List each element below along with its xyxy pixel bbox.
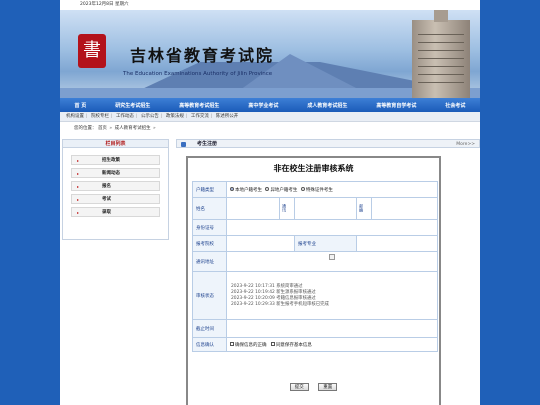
addr-label: 通讯地址 — [192, 251, 227, 272]
panel-title: 非在校生注册审核系统 — [273, 164, 354, 173]
subnav-org[interactable]: 机构设置 — [66, 114, 84, 119]
breadcrumb: 您的位置： 首页 » 成人教育考试招生 » — [60, 122, 480, 136]
bullet-icon — [77, 160, 79, 162]
radio-nonlocal-label: 异地户籍考生 — [270, 187, 298, 193]
section-icon — [181, 142, 186, 147]
nav-graduate[interactable]: 研究生考试招生 — [115, 102, 150, 109]
nav-self-study[interactable]: 高等教育自学考试 — [376, 102, 416, 109]
page: 2023年12月8日 星期六 書 吉林省教育考试院 The Education … — [60, 0, 480, 405]
deadline-value — [226, 319, 438, 338]
sidebar-item-label: 招生政策 — [102, 158, 120, 163]
nav-home[interactable]: 首 页 — [75, 102, 87, 109]
confirm-save-label: 同意保存基本信息 — [275, 342, 312, 348]
major-field[interactable] — [356, 235, 438, 252]
more-link[interactable]: More>> — [456, 140, 475, 149]
major-label: 报考专业 — [294, 235, 357, 252]
school-label: 报考院校 — [192, 235, 227, 252]
name-label: 姓名 — [192, 197, 227, 220]
subnav-notices[interactable]: 公示公告 — [141, 114, 159, 119]
registration-panel: 非在校生注册审核系统 户籍类型 本地户籍考生 异地户籍考生 特殊证件考生 姓名 … — [186, 156, 441, 405]
confirm-label: 信息确认 — [192, 337, 227, 352]
sidebar-list: 招生政策 新闻动态 报名 考试 录取 — [62, 148, 169, 240]
hukou-label: 户籍类型 — [192, 181, 227, 198]
sub-nav: 机构设置 | 院校专栏 | 工作动态 | 公示公告 | 政策法规 | 工作交流 | 陈述所公… — [60, 112, 480, 122]
bullet-icon — [77, 199, 79, 201]
zip-vlabel: 邮编 — [359, 203, 364, 212]
id-field[interactable] — [226, 219, 438, 236]
nav-high-school[interactable]: 高中学业考试 — [248, 102, 278, 109]
sidebar: 栏目列表 招生政策 新闻动态 报名 考试 录取 — [60, 139, 171, 405]
address-field[interactable] — [294, 197, 357, 220]
confirm-correct-label: 确保信息的正确 — [235, 342, 267, 348]
subnav-schools[interactable]: 院校专栏 — [91, 114, 109, 119]
registration-form: 户籍类型 本地户籍考生 异地户籍考生 特殊证件考生 姓名 通讯 邮编 身份证号 … — [192, 181, 438, 352]
sidebar-title: 栏目列表 — [62, 139, 169, 148]
breadcrumb-home[interactable]: 首页 — [98, 126, 107, 131]
sidebar-item-policy[interactable]: 招生政策 — [71, 155, 160, 165]
confirm-options: 确保信息的正确 同意保存基本信息 — [226, 337, 438, 352]
confirm-correct-checkbox[interactable] — [230, 342, 234, 347]
deadline-label: 截止时间 — [192, 319, 227, 338]
breadcrumb-prefix: 您的位置： — [74, 126, 97, 131]
site-title: 吉林省教育考试院 — [130, 46, 275, 65]
submit-button[interactable]: 提交 — [289, 383, 309, 391]
site-logo[interactable]: 書 — [78, 34, 106, 68]
status-label: 审核状态 — [192, 271, 227, 320]
form-buttons: 提交 重置 — [188, 383, 439, 391]
status-line: 2023-9-22 10:29:33 新生报考手机短审核已完成 — [231, 301, 329, 307]
sidebar-item-label: 报名 — [102, 184, 111, 189]
bullet-icon — [77, 173, 79, 175]
chevron-right-icon: » — [153, 126, 156, 131]
broken-image-icon — [329, 254, 335, 260]
sidebar-item-register[interactable]: 报名 — [71, 181, 160, 191]
status-log: 2023-9-22 10:17:31 系统简审通过 2023-9-22 10:1… — [226, 271, 438, 320]
radio-local-label: 本地户籍考生 — [235, 187, 262, 193]
nav-adult-ed[interactable]: 成人教育考试招生 — [307, 102, 347, 109]
bullet-icon — [77, 212, 79, 214]
id-label: 身份证号 — [192, 219, 227, 236]
subnav-disclosure[interactable]: 陈述所公开 — [216, 114, 239, 119]
sidebar-item-admission[interactable]: 录取 — [71, 207, 160, 217]
radio-special-label: 特殊证件考生 — [305, 187, 333, 193]
section-header: 考生注册 More>> — [176, 139, 480, 148]
subnav-policy[interactable]: 政策法规 — [166, 114, 184, 119]
main-nav: 首 页 研究生考试招生 高等教育考试招生 高中学业考试 成人教育考试招生 高等教… — [60, 98, 480, 112]
sidebar-item-label: 录取 — [102, 210, 111, 215]
chevron-right-icon: » — [109, 126, 113, 131]
header-banner: 書 吉林省教育考试院 The Education Examinations Au… — [60, 10, 480, 98]
confirm-save-checkbox[interactable] — [270, 342, 275, 347]
name-field[interactable] — [226, 197, 280, 220]
main-content: 考生注册 More>> 非在校生注册审核系统 户籍类型 本地户籍考生 异地户籍考… — [176, 139, 480, 405]
section-title: 考生注册 — [197, 141, 218, 147]
radio-special[interactable] — [300, 187, 305, 192]
sidebar-item-news[interactable]: 新闻动态 — [71, 168, 160, 178]
site-subtitle: The Education Examinations Authority of … — [123, 71, 273, 77]
sidebar-item-exam[interactable]: 考试 — [71, 194, 160, 204]
school-field[interactable] — [226, 235, 295, 252]
subnav-exchange[interactable]: 工作交流 — [191, 114, 209, 119]
sidebar-item-label: 考试 — [102, 197, 111, 202]
reset-button[interactable]: 重置 — [318, 383, 338, 391]
bullet-icon — [77, 186, 79, 188]
radio-local[interactable] — [230, 187, 234, 192]
radio-nonlocal[interactable] — [265, 187, 270, 192]
nav-higher-ed[interactable]: 高等教育考试招生 — [179, 102, 219, 109]
date-text: 2023年12月8日 星期六 — [60, 0, 480, 10]
nav-social-exam[interactable]: 社会考试 — [445, 102, 465, 109]
sidebar-item-label: 新闻动态 — [102, 171, 120, 176]
addr-field — [226, 251, 438, 272]
banner-building — [412, 10, 470, 98]
zip-field[interactable] — [371, 197, 438, 220]
breadcrumb-current[interactable]: 成人教育考试招生 — [115, 126, 151, 131]
hukou-options: 本地户籍考生 异地户籍考生 特殊证件考生 — [226, 181, 438, 198]
address-vlabel: 通讯 — [282, 203, 287, 212]
subnav-news[interactable]: 工作动态 — [116, 114, 134, 119]
